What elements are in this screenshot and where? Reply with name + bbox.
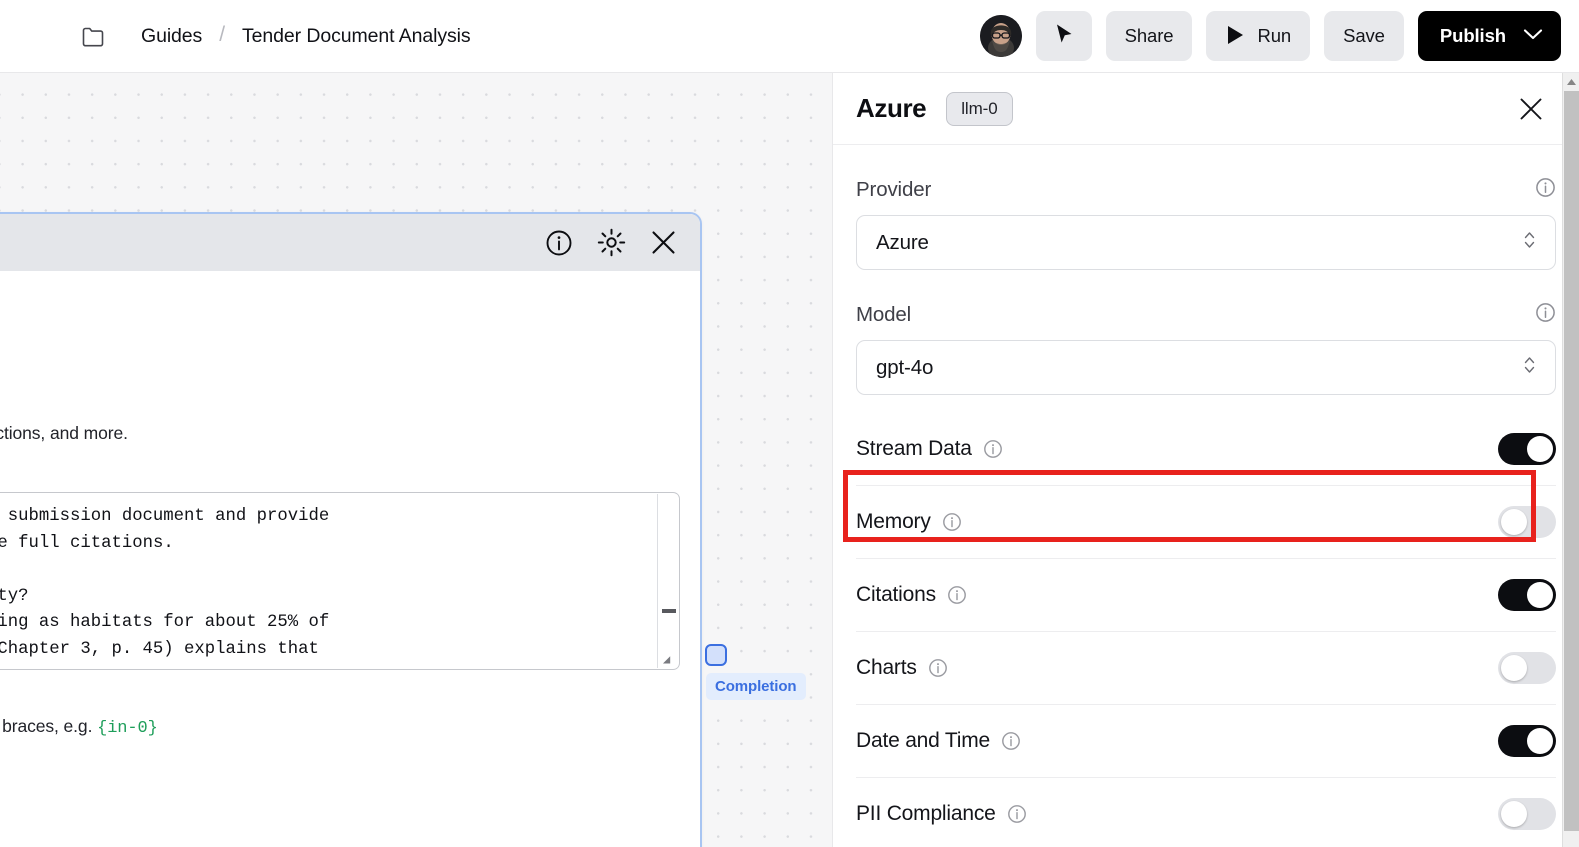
page-scrollbar[interactable] bbox=[1562, 73, 1579, 847]
toggle-knob bbox=[1501, 801, 1527, 827]
panel-title: Azure bbox=[856, 93, 927, 123]
updown-caret-icon bbox=[1523, 229, 1536, 256]
settings-toggle-list: Stream Data Memory Citations Charts Date and… bbox=[856, 413, 1556, 847]
model-label: Model bbox=[856, 303, 912, 326]
node-note-token: {in-0} bbox=[97, 719, 158, 738]
publish-button-label: Publish bbox=[1439, 25, 1506, 46]
model-select[interactable]: gpt-4o bbox=[856, 340, 1556, 395]
toggle-label: Citations bbox=[856, 583, 936, 606]
node-body: You can include personality, tone, instr… bbox=[0, 420, 700, 847]
toggle-row-date-and-time[interactable]: Date and Time bbox=[856, 705, 1556, 778]
toggle-row-charts[interactable]: Charts bbox=[856, 632, 1556, 705]
share-button[interactable]: Share bbox=[1105, 11, 1193, 61]
flow-canvas[interactable]: You can include personality, tone, instr… bbox=[0, 73, 832, 847]
info-icon[interactable] bbox=[1001, 731, 1021, 751]
toggle-knob bbox=[1501, 509, 1527, 535]
model-select-value: gpt-4o bbox=[876, 355, 934, 379]
info-icon[interactable] bbox=[942, 512, 962, 532]
run-button[interactable]: Run bbox=[1206, 11, 1311, 61]
run-button-label: Run bbox=[1257, 25, 1292, 46]
top-bar-actions: Share Run Save Publish bbox=[979, 11, 1561, 61]
info-icon[interactable] bbox=[983, 439, 1003, 459]
prompt-node[interactable]: You can include personality, tone, instr… bbox=[0, 212, 702, 847]
toggle-label: Date and Time bbox=[856, 729, 990, 752]
breadcrumb-separator: / bbox=[219, 23, 226, 46]
play-icon bbox=[1225, 24, 1245, 49]
toggle-switch[interactable] bbox=[1498, 506, 1556, 538]
provider-label: Provider bbox=[856, 178, 932, 201]
share-button-label: Share bbox=[1124, 25, 1174, 46]
info-icon[interactable] bbox=[928, 658, 948, 678]
toggle-knob bbox=[1501, 655, 1527, 681]
toggle-row-pii-compliance[interactable]: PII Compliance bbox=[856, 778, 1556, 847]
node-note-text: a from other nodes by enclosing in curly… bbox=[0, 716, 678, 738]
avatar[interactable] bbox=[979, 15, 1022, 57]
publish-button[interactable]: Publish bbox=[1417, 11, 1561, 61]
panel-body: Provider Azure Model gpt-4o Stream Data … bbox=[833, 145, 1579, 847]
info-icon[interactable] bbox=[1535, 302, 1556, 328]
cursor-tool-button[interactable] bbox=[1035, 11, 1092, 61]
scrollbar-thumb[interactable] bbox=[1564, 91, 1579, 831]
toggle-switch[interactable] bbox=[1498, 433, 1556, 465]
toggle-knob bbox=[1527, 728, 1553, 754]
node-header bbox=[0, 214, 700, 271]
prompt-line-2-post: s question. Always provide full citation… bbox=[0, 533, 174, 553]
textarea-scrollbar-thumb[interactable] bbox=[662, 609, 676, 613]
toggle-label: Stream Data bbox=[856, 437, 972, 460]
prompt-line-1: assistant. Review the tender submission … bbox=[7, 507, 330, 526]
breadcrumb-current[interactable]: Tender Document Analysis bbox=[242, 25, 471, 48]
toggle-row-stream-data[interactable]: Stream Data bbox=[856, 413, 1556, 486]
toggle-knob bbox=[1527, 436, 1553, 462]
textarea-scrollbar[interactable] bbox=[657, 494, 678, 668]
toggle-label: Charts bbox=[856, 656, 917, 679]
node-help-line-1: You can include personality, tone, instr… bbox=[0, 423, 128, 443]
updown-caret-icon bbox=[1523, 354, 1536, 381]
info-icon[interactable] bbox=[1007, 804, 1027, 824]
scrollbar-up-arrow[interactable] bbox=[1563, 73, 1579, 90]
panel-header: Azure llm-0 bbox=[833, 73, 1579, 145]
prompt-line-5: to marine biodiversity, serving as habit… bbox=[0, 613, 330, 632]
chevron-down-icon[interactable] bbox=[1523, 28, 1543, 44]
top-bar: Guides / Tender Document Analysis Share … bbox=[0, 0, 1579, 73]
toggle-label: PII Compliance bbox=[856, 802, 996, 825]
info-icon[interactable] bbox=[947, 585, 967, 605]
breadcrumb: Guides / Tender Document Analysis bbox=[82, 23, 471, 48]
provider-field-header: Provider bbox=[856, 177, 1556, 203]
prompt-textarea[interactable]: assistant. Review the tender submission … bbox=[0, 492, 680, 670]
save-button-label: Save bbox=[1343, 25, 1385, 46]
folder-icon bbox=[82, 26, 104, 47]
toggle-switch[interactable] bbox=[1498, 579, 1556, 611]
toggle-switch[interactable] bbox=[1498, 652, 1556, 684]
cursor-arrow-icon bbox=[1054, 23, 1074, 49]
provider-select-value: Azure bbox=[876, 230, 929, 254]
toggle-label: Memory bbox=[856, 510, 931, 533]
node-settings-panel: Azure llm-0 Provider Azure Model gpt-4o … bbox=[832, 73, 1579, 847]
gear-icon[interactable] bbox=[596, 228, 626, 258]
close-icon[interactable] bbox=[648, 228, 678, 258]
toggle-switch[interactable] bbox=[1498, 725, 1556, 757]
completion-output-port[interactable] bbox=[705, 644, 727, 666]
toggle-row-memory[interactable]: Memory bbox=[856, 486, 1556, 559]
prompt-line-4: fs play in marine biodiversity? bbox=[0, 586, 29, 606]
toggle-switch[interactable] bbox=[1498, 798, 1556, 830]
model-field-header: Model bbox=[856, 302, 1556, 328]
panel-node-id-badge: llm-0 bbox=[946, 91, 1013, 126]
completion-port-label: Completion bbox=[706, 673, 806, 700]
node-note-label: a from other nodes by enclosing in curly… bbox=[0, 716, 93, 736]
save-button[interactable]: Save bbox=[1324, 11, 1404, 61]
textarea-resize-grip[interactable]: ◢ bbox=[663, 654, 676, 667]
info-icon[interactable] bbox=[1535, 177, 1556, 203]
breadcrumb-parent-link[interactable]: Guides bbox=[141, 25, 202, 48]
prompt-line-6: Marine Ecosystems Overview (Chapter 3, p… bbox=[0, 639, 319, 659]
node-help-line-2: s at most). bbox=[0, 447, 678, 474]
provider-select[interactable]: Azure bbox=[856, 215, 1556, 270]
node-help-text: You can include personality, tone, instr… bbox=[0, 420, 678, 474]
info-icon[interactable] bbox=[544, 228, 574, 258]
toggle-row-citations[interactable]: Citations bbox=[856, 559, 1556, 632]
toggle-knob bbox=[1527, 582, 1553, 608]
close-icon[interactable] bbox=[1516, 94, 1546, 124]
